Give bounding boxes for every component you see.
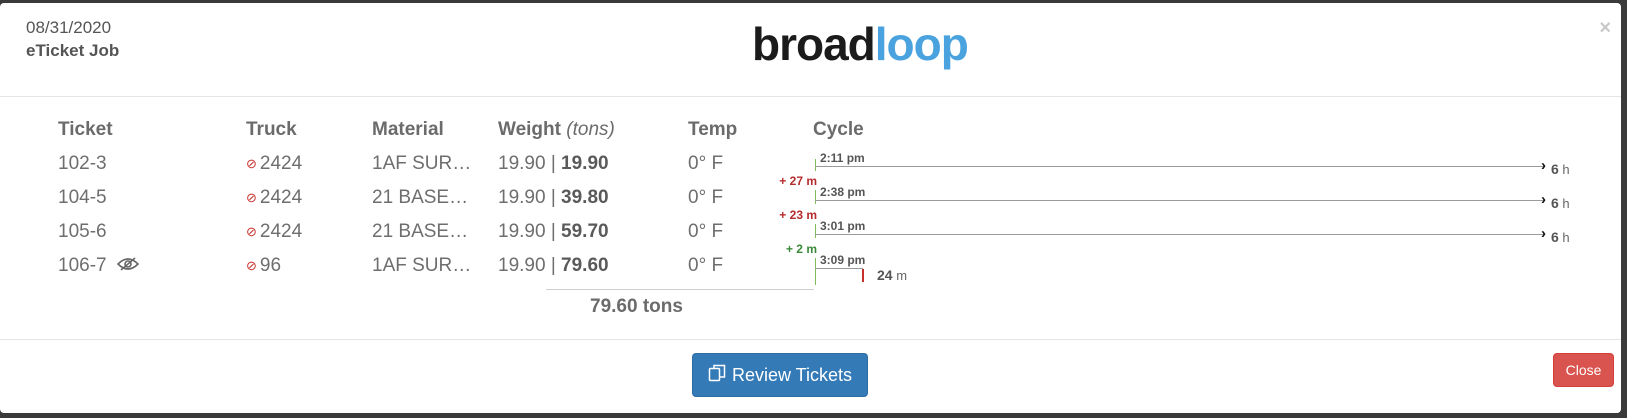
- row-1-duration-value: 6: [1551, 195, 1559, 211]
- row-3-cycle-end-marker: [862, 269, 864, 282]
- chevron-right-icon: ›: [1541, 157, 1546, 174]
- row-1-cumulative: 39.80: [561, 187, 609, 208]
- row-3-duration: 24 m: [877, 267, 907, 283]
- row-2-truck-number: 2424: [259, 221, 303, 242]
- row-2-temp: 0° F: [688, 221, 724, 242]
- broadloop-logo: broadloop: [752, 18, 969, 70]
- eticket-modal: 08/31/2020 eTicket Job broadloop × Ticke…: [0, 3, 1621, 413]
- row-2-ticket[interactable]: 105-6: [58, 221, 107, 243]
- row-1-temp: 0° F: [688, 187, 724, 208]
- col-material: Material: [372, 119, 444, 140]
- eye-slash-icon: [116, 255, 139, 277]
- row-1-cycle-line: [815, 200, 1544, 201]
- row-3-cumulative: 79.60: [561, 255, 609, 276]
- total-weight: 79.60 tons: [590, 296, 683, 317]
- col-temp: Temp: [688, 119, 738, 140]
- timeline-tick: [815, 224, 816, 238]
- row-3-cycle-line: [815, 268, 863, 269]
- row-1-weight: 19.90 | 39.80: [498, 187, 609, 209]
- modal-header: 08/31/2020 eTicket Job broadloop ×: [0, 3, 1621, 97]
- ban-icon: ⊘: [246, 258, 257, 273]
- row-3-material: 1AF SUR…: [372, 255, 472, 276]
- row-2-duration-value: 6: [1551, 229, 1559, 245]
- job-title: eTicket Job: [26, 41, 120, 60]
- row-3-duration-unit: m: [896, 268, 908, 283]
- review-tickets-label: Review Tickets: [731, 364, 853, 385]
- row-2-weight-value: 19.90 |: [498, 221, 556, 242]
- col-truck: Truck: [246, 119, 297, 140]
- row-0-weight-value: 19.90 |: [498, 153, 556, 174]
- col-weight-label: Weight: [498, 119, 561, 140]
- row-3-ticket[interactable]: 106-7: [58, 255, 139, 277]
- row-1-truck-number: 2424: [259, 187, 303, 208]
- col-cycle: Cycle: [813, 119, 864, 140]
- total-divider: [546, 289, 814, 290]
- row-3-temp: 0° F: [688, 255, 724, 276]
- row-0-material: 1AF SUR…: [372, 153, 472, 174]
- row-2-duration: 6 h: [1551, 229, 1570, 245]
- row-3-cycle-delta: + 2 m: [785, 242, 817, 256]
- close-icon[interactable]: ×: [1599, 17, 1611, 40]
- row-0-truck: ⊘ 2424: [246, 153, 302, 175]
- row-1-cycle-delta: + 27 m: [779, 174, 817, 188]
- row-0-duration-unit: h: [1562, 162, 1570, 177]
- col-weight: Weight (tons): [498, 119, 615, 141]
- row-0-duration-value: 6: [1551, 161, 1559, 177]
- row-1-duration-unit: h: [1562, 196, 1570, 211]
- row-1-duration: 6 h: [1551, 195, 1570, 211]
- row-1-ticket[interactable]: 104-5: [58, 187, 107, 209]
- row-0-duration: 6 h: [1551, 161, 1570, 177]
- row-1-weight-value: 19.90 |: [498, 187, 556, 208]
- row-1-truck: ⊘ 2424: [246, 187, 302, 209]
- close-button[interactable]: Close: [1553, 353, 1614, 387]
- row-0-cycle-time: 2:11 pm: [820, 151, 865, 165]
- row-0-ticket[interactable]: 102-3: [58, 153, 107, 175]
- job-date: 08/31/2020: [26, 18, 112, 37]
- row-0-weight: 19.90 | 19.90: [498, 153, 609, 175]
- timeline-tick: [815, 258, 816, 285]
- row-2-cycle-time: 3:01 pm: [820, 219, 866, 233]
- row-3-truck-number: 96: [259, 255, 282, 276]
- timeline-tick: [815, 190, 816, 204]
- row-3-weight-value: 19.90 |: [498, 255, 556, 276]
- row-0-cumulative: 19.90: [561, 153, 609, 174]
- row-3-truck: ⊘ 96: [246, 255, 281, 277]
- row-2-duration-unit: h: [1562, 230, 1570, 245]
- footer-divider: [0, 339, 1621, 340]
- row-0-cycle-line: [815, 166, 1544, 167]
- chevron-right-icon: ›: [1541, 225, 1546, 242]
- ban-icon: ⊘: [246, 190, 257, 205]
- row-2-truck: ⊘ 2424: [246, 221, 302, 243]
- row-1-material: 21 BASE…: [372, 187, 469, 208]
- row-3-duration-value: 24: [877, 267, 893, 283]
- logo-text-dark: broad: [752, 18, 876, 70]
- row-3-weight: 19.90 | 79.60: [498, 255, 609, 277]
- review-tickets-button[interactable]: Review Tickets: [692, 353, 868, 397]
- logo-text-blue: loop: [874, 18, 969, 70]
- row-1-cycle-time: 2:38 pm: [820, 185, 866, 199]
- ban-icon: ⊘: [246, 224, 257, 239]
- row-3-cycle-time: 3:09 pm: [820, 253, 866, 267]
- row-2-material: 21 BASE…: [372, 221, 469, 242]
- row-2-cycle-line: [815, 234, 1544, 235]
- chevron-right-icon: ›: [1541, 191, 1546, 208]
- ban-icon: ⊘: [246, 156, 257, 171]
- col-ticket: Ticket: [58, 119, 113, 140]
- row-2-weight: 19.90 | 59.70: [498, 221, 609, 243]
- row-0-truck-number: 2424: [259, 153, 303, 174]
- timeline-tick: [815, 159, 816, 171]
- row-0-temp: 0° F: [688, 153, 724, 174]
- row-3-ticket-number: 106-7: [58, 255, 107, 277]
- copy-icon: [708, 364, 726, 387]
- row-2-cumulative: 59.70: [561, 221, 609, 242]
- row-2-cycle-delta: + 23 m: [779, 208, 817, 222]
- col-weight-unit: (tons): [566, 119, 615, 140]
